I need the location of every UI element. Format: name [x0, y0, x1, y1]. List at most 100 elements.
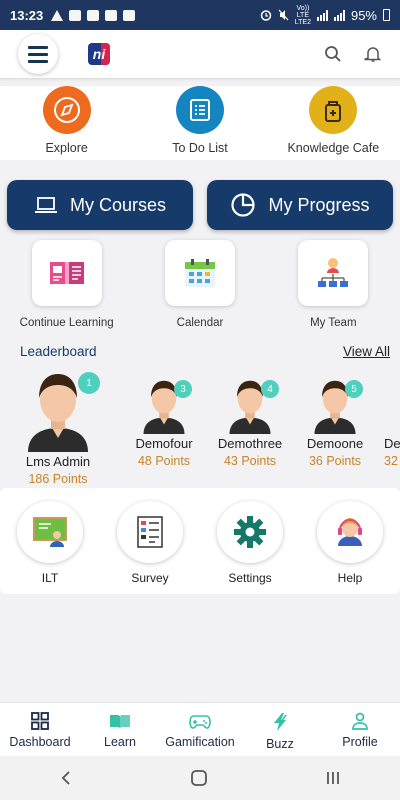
recents-icon[interactable]: [325, 770, 341, 786]
app-bar: ni: [0, 30, 400, 78]
hamburger-icon[interactable]: [18, 34, 58, 74]
status-right: Vo)) LTE LTE2 95%: [260, 5, 390, 26]
leaderboard-player[interactable]: 3 Demofour 48 Points: [128, 370, 200, 468]
status-time: 13:23: [10, 7, 44, 23]
player-points: 32: [384, 454, 398, 468]
player-points: 43 Points: [223, 454, 277, 468]
battery-icon: [383, 9, 390, 21]
lightning-icon: [274, 713, 287, 731]
rank-badge: 3: [174, 380, 192, 398]
player-name: Demofour: [135, 436, 193, 451]
tile-label: My Team: [310, 317, 357, 329]
quick-links: Explore To Do List Knowledge Cafe: [0, 86, 400, 160]
leaderboard-player[interactable]: 5 Demoone 36 Points: [299, 370, 371, 468]
rank-badge: 4: [261, 380, 279, 398]
leaderboard-player[interactable]: 4 Demothree 43 Points: [213, 370, 287, 468]
bag-icon: [69, 9, 82, 21]
player-name: Demothree: [217, 436, 283, 451]
warning-icon: [51, 9, 64, 21]
nav-label: Dashboard: [9, 735, 71, 749]
quick-link-todo[interactable]: To Do List: [133, 86, 266, 160]
book-icon: [31, 240, 102, 306]
nav-label: Learn: [104, 735, 136, 749]
system-nav-bar: [0, 756, 400, 800]
leaderboard-player[interactable]: 1 Lms Admin 186 Points: [18, 370, 100, 486]
my-progress-label: My Progress: [268, 194, 370, 215]
rank-badge: 5: [345, 380, 363, 398]
tile-continue-learning[interactable]: Continue Learning: [0, 240, 133, 336]
list-icon: [175, 86, 224, 134]
alarm-icon: [260, 10, 271, 21]
team-icon: [298, 240, 369, 306]
quick-link-label: Explore: [45, 141, 88, 155]
my-progress-button[interactable]: My Progress: [207, 180, 393, 230]
tile-calendar[interactable]: Calendar: [133, 240, 266, 336]
player-name: Demoone: [306, 436, 364, 451]
feature-ilt[interactable]: ILT: [0, 488, 100, 594]
player-points: 186 Points: [28, 472, 88, 486]
feature-label: Settings: [228, 571, 272, 585]
learn-icon: [110, 715, 130, 729]
mute-icon: [278, 9, 289, 21]
view-all-link[interactable]: View All: [343, 344, 390, 359]
rank-badge: 1: [78, 372, 100, 394]
search-icon[interactable]: [324, 45, 342, 63]
tile-label: Continue Learning: [19, 317, 114, 329]
nav-dashboard[interactable]: Dashboard: [0, 703, 80, 756]
back-icon[interactable]: [59, 770, 73, 786]
player-name: Lms Admin: [25, 454, 91, 469]
profile-icon: [352, 712, 368, 730]
feature-label: Survey: [131, 571, 169, 585]
cafe-icon: [309, 86, 358, 134]
nav-label: Profile: [342, 735, 378, 749]
network-type: Vo)) LTE LTE2: [294, 4, 311, 26]
quick-link-knowledge-cafe[interactable]: Knowledge Cafe: [267, 86, 400, 160]
gear-icon: [217, 501, 283, 563]
leaderboard-player[interactable]: De 32: [384, 370, 400, 468]
tile-my-team[interactable]: My Team: [267, 240, 400, 336]
tile-label: Calendar: [176, 317, 224, 329]
app-logo: ni: [88, 43, 110, 65]
feature-label: Help: [337, 571, 363, 585]
player-name: De: [384, 436, 400, 451]
nav-gamification[interactable]: Gamification: [160, 703, 240, 756]
classroom-icon: [17, 501, 83, 563]
signal-icon: [316, 9, 328, 21]
signal-icon-2: [333, 9, 345, 21]
nav-label: Gamification: [165, 735, 235, 749]
image-icon: [105, 9, 118, 21]
my-courses-button[interactable]: My Courses: [7, 180, 193, 230]
leaderboard-title: Leaderboard: [20, 344, 97, 359]
player-points: 36 Points: [308, 454, 362, 468]
survey-icon: [117, 501, 183, 563]
feature-help[interactable]: Help: [300, 488, 400, 594]
battery-percent: 95%: [350, 7, 377, 23]
home-icon[interactable]: [190, 769, 208, 787]
player-points: 48 Points: [137, 454, 191, 468]
feature-survey[interactable]: Survey: [100, 488, 200, 594]
dashboard-icon: [31, 712, 49, 730]
nav-label: Buzz: [266, 737, 294, 751]
gamepad-icon: [189, 715, 211, 729]
feature-settings[interactable]: Settings: [200, 488, 300, 594]
quick-link-explore[interactable]: Explore: [0, 86, 133, 160]
nav-learn[interactable]: Learn: [80, 703, 160, 756]
my-courses-label: My Courses: [69, 194, 167, 215]
pie-chart-icon: [231, 193, 256, 217]
leaderboard-list: 1 Lms Admin 186 Points 3 Demofour 48 Poi…: [0, 370, 400, 488]
wifi-calling-icon: [123, 9, 136, 21]
bottom-nav: Dashboard Learn Gamification Buzz Profil…: [0, 702, 400, 756]
lock-icon: [87, 9, 100, 21]
calendar-icon: [164, 240, 235, 306]
features-panel: ILT Survey Settings Help: [0, 488, 400, 594]
leaderboard-header: Leaderboard View All: [20, 344, 390, 359]
feature-label: ILT: [41, 571, 59, 585]
tiles-row: Continue Learning Calendar My Team: [0, 240, 400, 336]
nav-buzz[interactable]: Buzz: [240, 703, 320, 756]
nav-profile[interactable]: Profile: [320, 703, 400, 756]
quick-link-label: To Do List: [172, 141, 228, 155]
status-notification-icons: [51, 9, 136, 21]
status-bar: 13:23 Vo)) LTE LTE2 95%: [0, 0, 400, 30]
bell-icon[interactable]: [364, 45, 382, 63]
quick-link-label: Knowledge Cafe: [287, 141, 380, 155]
